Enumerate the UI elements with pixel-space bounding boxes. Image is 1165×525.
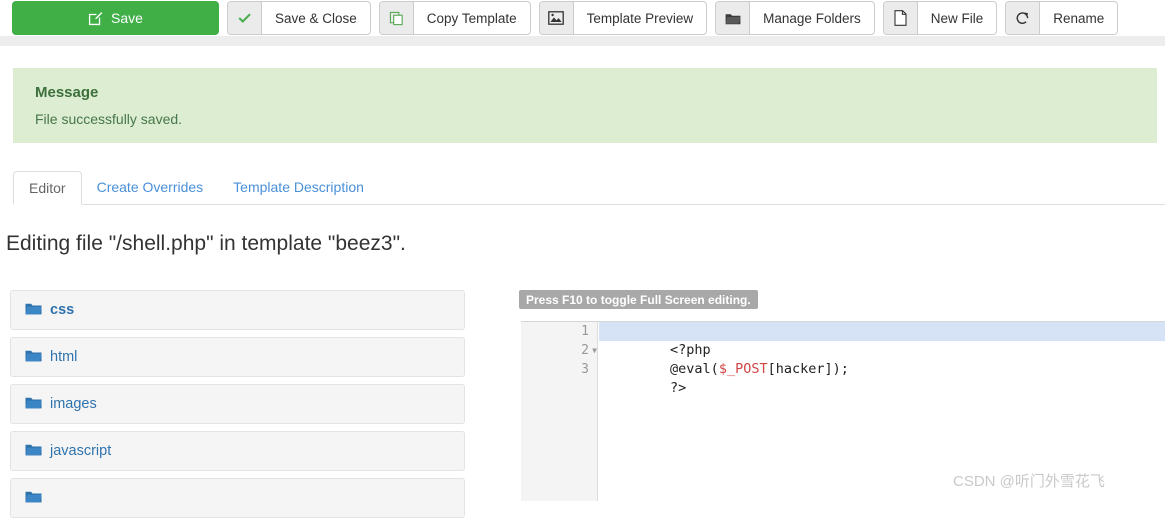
code-text: ?> xyxy=(670,380,687,396)
code-variable-token: $_POST xyxy=(718,361,768,377)
file-tree-item-label: images xyxy=(50,396,97,412)
save-and-close-button[interactable]: Save & Close xyxy=(227,1,371,35)
toolbar-divider xyxy=(0,36,1165,46)
save-button-label: Save xyxy=(111,10,143,26)
tab-editor[interactable]: Editor xyxy=(13,171,82,205)
template-preview-button[interactable]: Template Preview xyxy=(538,1,708,35)
editor-tabs: Editor Create Overrides Template Descrip… xyxy=(13,170,1165,205)
fold-caret-icon[interactable]: ▼ xyxy=(592,341,597,360)
manage-folders-button[interactable]: Manage Folders xyxy=(715,1,875,35)
save-button[interactable]: Save xyxy=(12,1,219,35)
message-title: Message xyxy=(35,84,99,101)
folder-icon xyxy=(25,396,42,413)
fullscreen-hint-badge: Press F10 to toggle Full Screen editing. xyxy=(519,290,758,309)
rename-button[interactable]: Rename xyxy=(1005,1,1119,35)
code-text: <?php xyxy=(670,342,711,358)
line-number-text: 2 xyxy=(581,343,589,358)
message-body: File successfully saved. xyxy=(35,111,183,127)
page-title: Editing file "/shell.php" in template "b… xyxy=(6,232,406,255)
file-tree-item-css[interactable]: css xyxy=(10,290,465,330)
tab-create-overrides[interactable]: Create Overrides xyxy=(82,170,219,204)
folder-icon xyxy=(25,349,42,366)
image-icon xyxy=(539,2,574,34)
code-text: [hacker]); xyxy=(767,361,849,377)
gutter-line-number: 2 ▼ xyxy=(521,341,597,360)
file-tree-item-partial[interactable] xyxy=(10,478,465,518)
gutter-line-number: 3 xyxy=(521,360,597,379)
folder-icon xyxy=(25,490,42,507)
file-tree-item-label: css xyxy=(50,302,75,318)
success-message-alert: Message File successfully saved. xyxy=(13,68,1157,143)
manage-folders-label: Manage Folders xyxy=(763,10,861,26)
file-tree-item-label: html xyxy=(50,349,78,365)
line-number-text: 1 xyxy=(581,324,589,339)
refresh-icon xyxy=(1006,2,1041,34)
folder-icon xyxy=(25,443,42,460)
code-line[interactable]: <?php xyxy=(599,322,1165,358)
copy-template-label: Copy Template xyxy=(426,10,517,26)
save-and-close-label: Save & Close xyxy=(275,10,357,26)
file-tree-item-label: javascript xyxy=(50,443,112,459)
line-number-text: 3 xyxy=(581,362,589,377)
gutter-line-number: 1 xyxy=(521,322,597,341)
save-pencil-icon xyxy=(88,11,103,26)
file-icon xyxy=(883,2,918,34)
template-preview-label: Template Preview xyxy=(586,10,694,26)
file-tree-item-html[interactable]: html xyxy=(10,337,465,377)
new-file-label: New File xyxy=(930,10,984,26)
watermark-label: CSDN @听门外雪花飞 xyxy=(953,473,1105,490)
folder-icon xyxy=(716,2,751,34)
folder-icon xyxy=(25,302,42,319)
editor-gutter: 1 2 ▼ 3 xyxy=(521,322,598,501)
new-file-button[interactable]: New File xyxy=(882,1,998,35)
copy-icon xyxy=(379,2,414,34)
code-text: @eval( xyxy=(670,361,719,377)
rename-label: Rename xyxy=(1053,10,1105,26)
file-tree-item-javascript[interactable]: javascript xyxy=(10,431,465,471)
tab-template-description[interactable]: Template Description xyxy=(218,170,379,204)
file-tree-panel: css html images javascript xyxy=(10,290,465,525)
copy-template-button[interactable]: Copy Template xyxy=(378,1,531,35)
main-toolbar: Save Save & Close Copy Template Template… xyxy=(0,0,1165,36)
check-icon xyxy=(228,2,262,34)
file-tree-item-images[interactable]: images xyxy=(10,384,465,424)
